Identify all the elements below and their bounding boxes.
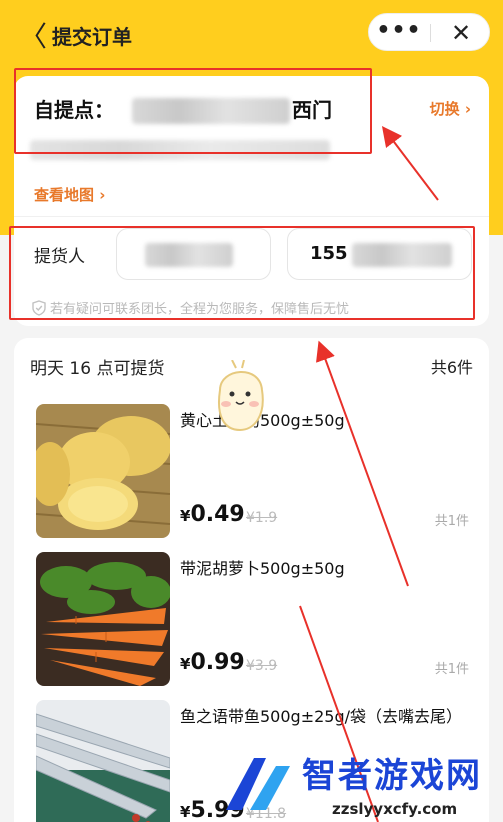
annotation-arrows xyxy=(299,126,439,822)
watermark-brand: 智者游戏网 xyxy=(302,756,482,796)
watermark-url: zzslyyxcfy.com xyxy=(332,800,458,818)
watermark: 智者游戏网 zzslyyxcfy.com xyxy=(220,748,503,822)
watermark-logo-icon xyxy=(226,758,290,810)
